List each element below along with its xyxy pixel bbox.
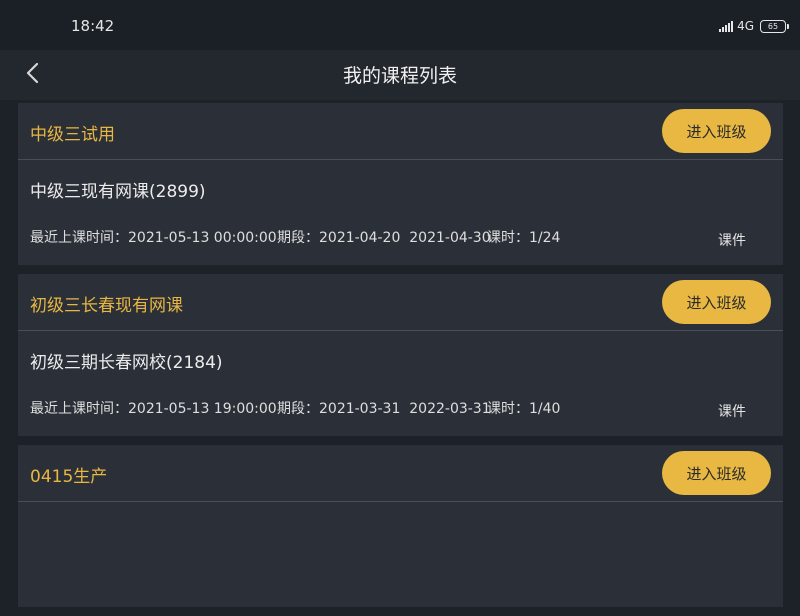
course-list: 中级三试用 进入班级 中级三现有网课(2899) 最近上课时间：2021-05-… [18,103,783,616]
courseware-link[interactable]: 课件 [718,401,746,421]
last-lesson-time: 最近上课时间：2021-05-13 00:00:00 [30,230,277,246]
course-card: 中级三试用 进入班级 中级三现有网课(2899) 最近上课时间：2021-05-… [18,103,783,265]
course-meta: 最近上课时间：2021-05-13 00:00:00 期段：2021-04-20… [30,227,560,247]
enter-class-button[interactable]: 进入班级 [662,451,771,495]
card-header: 初级三长春现有网课 进入班级 [18,274,783,331]
courseware-link[interactable]: 课件 [718,230,746,250]
class-name: 中级三试用 [30,125,115,145]
battery-icon: 65 [760,19,789,33]
course-card: 0415生产 进入班级 [18,445,783,607]
enter-class-button[interactable]: 进入班级 [662,280,771,324]
course-period: 期段：2021-03-31 2022-03-31 [277,401,491,417]
network-type: 4G [737,19,754,33]
lesson-hours: 课时：1/24 [487,230,561,246]
course-name: 初级三期长春网校(2184) [30,353,223,373]
last-lesson-time: 最近上课时间：2021-05-13 19:00:00 [30,401,277,417]
enter-class-button[interactable]: 进入班级 [662,109,771,153]
status-time: 18:42 [71,17,115,35]
class-name: 初级三长春现有网课 [30,296,183,316]
status-indicators: 4G 65 [719,17,789,35]
card-header: 0415生产 进入班级 [18,445,783,502]
signal-icon [719,20,734,32]
battery-level: 65 [767,21,779,31]
course-name: 中级三现有网课(2899) [30,182,206,202]
nav-bar: 我的课程列表 [0,50,800,100]
course-meta: 最近上课时间：2021-05-13 19:00:00 期段：2021-03-31… [30,398,560,418]
lesson-hours: 课时：1/40 [487,401,561,417]
course-card: 初级三长春现有网课 进入班级 初级三期长春网校(2184) 最近上课时间：202… [18,274,783,436]
status-bar: 18:42 4G 65 [0,0,800,50]
class-name: 0415生产 [30,467,108,487]
card-header: 中级三试用 进入班级 [18,103,783,160]
page-title: 我的课程列表 [342,65,457,87]
course-period: 期段：2021-04-20 2021-04-30 [277,230,491,246]
